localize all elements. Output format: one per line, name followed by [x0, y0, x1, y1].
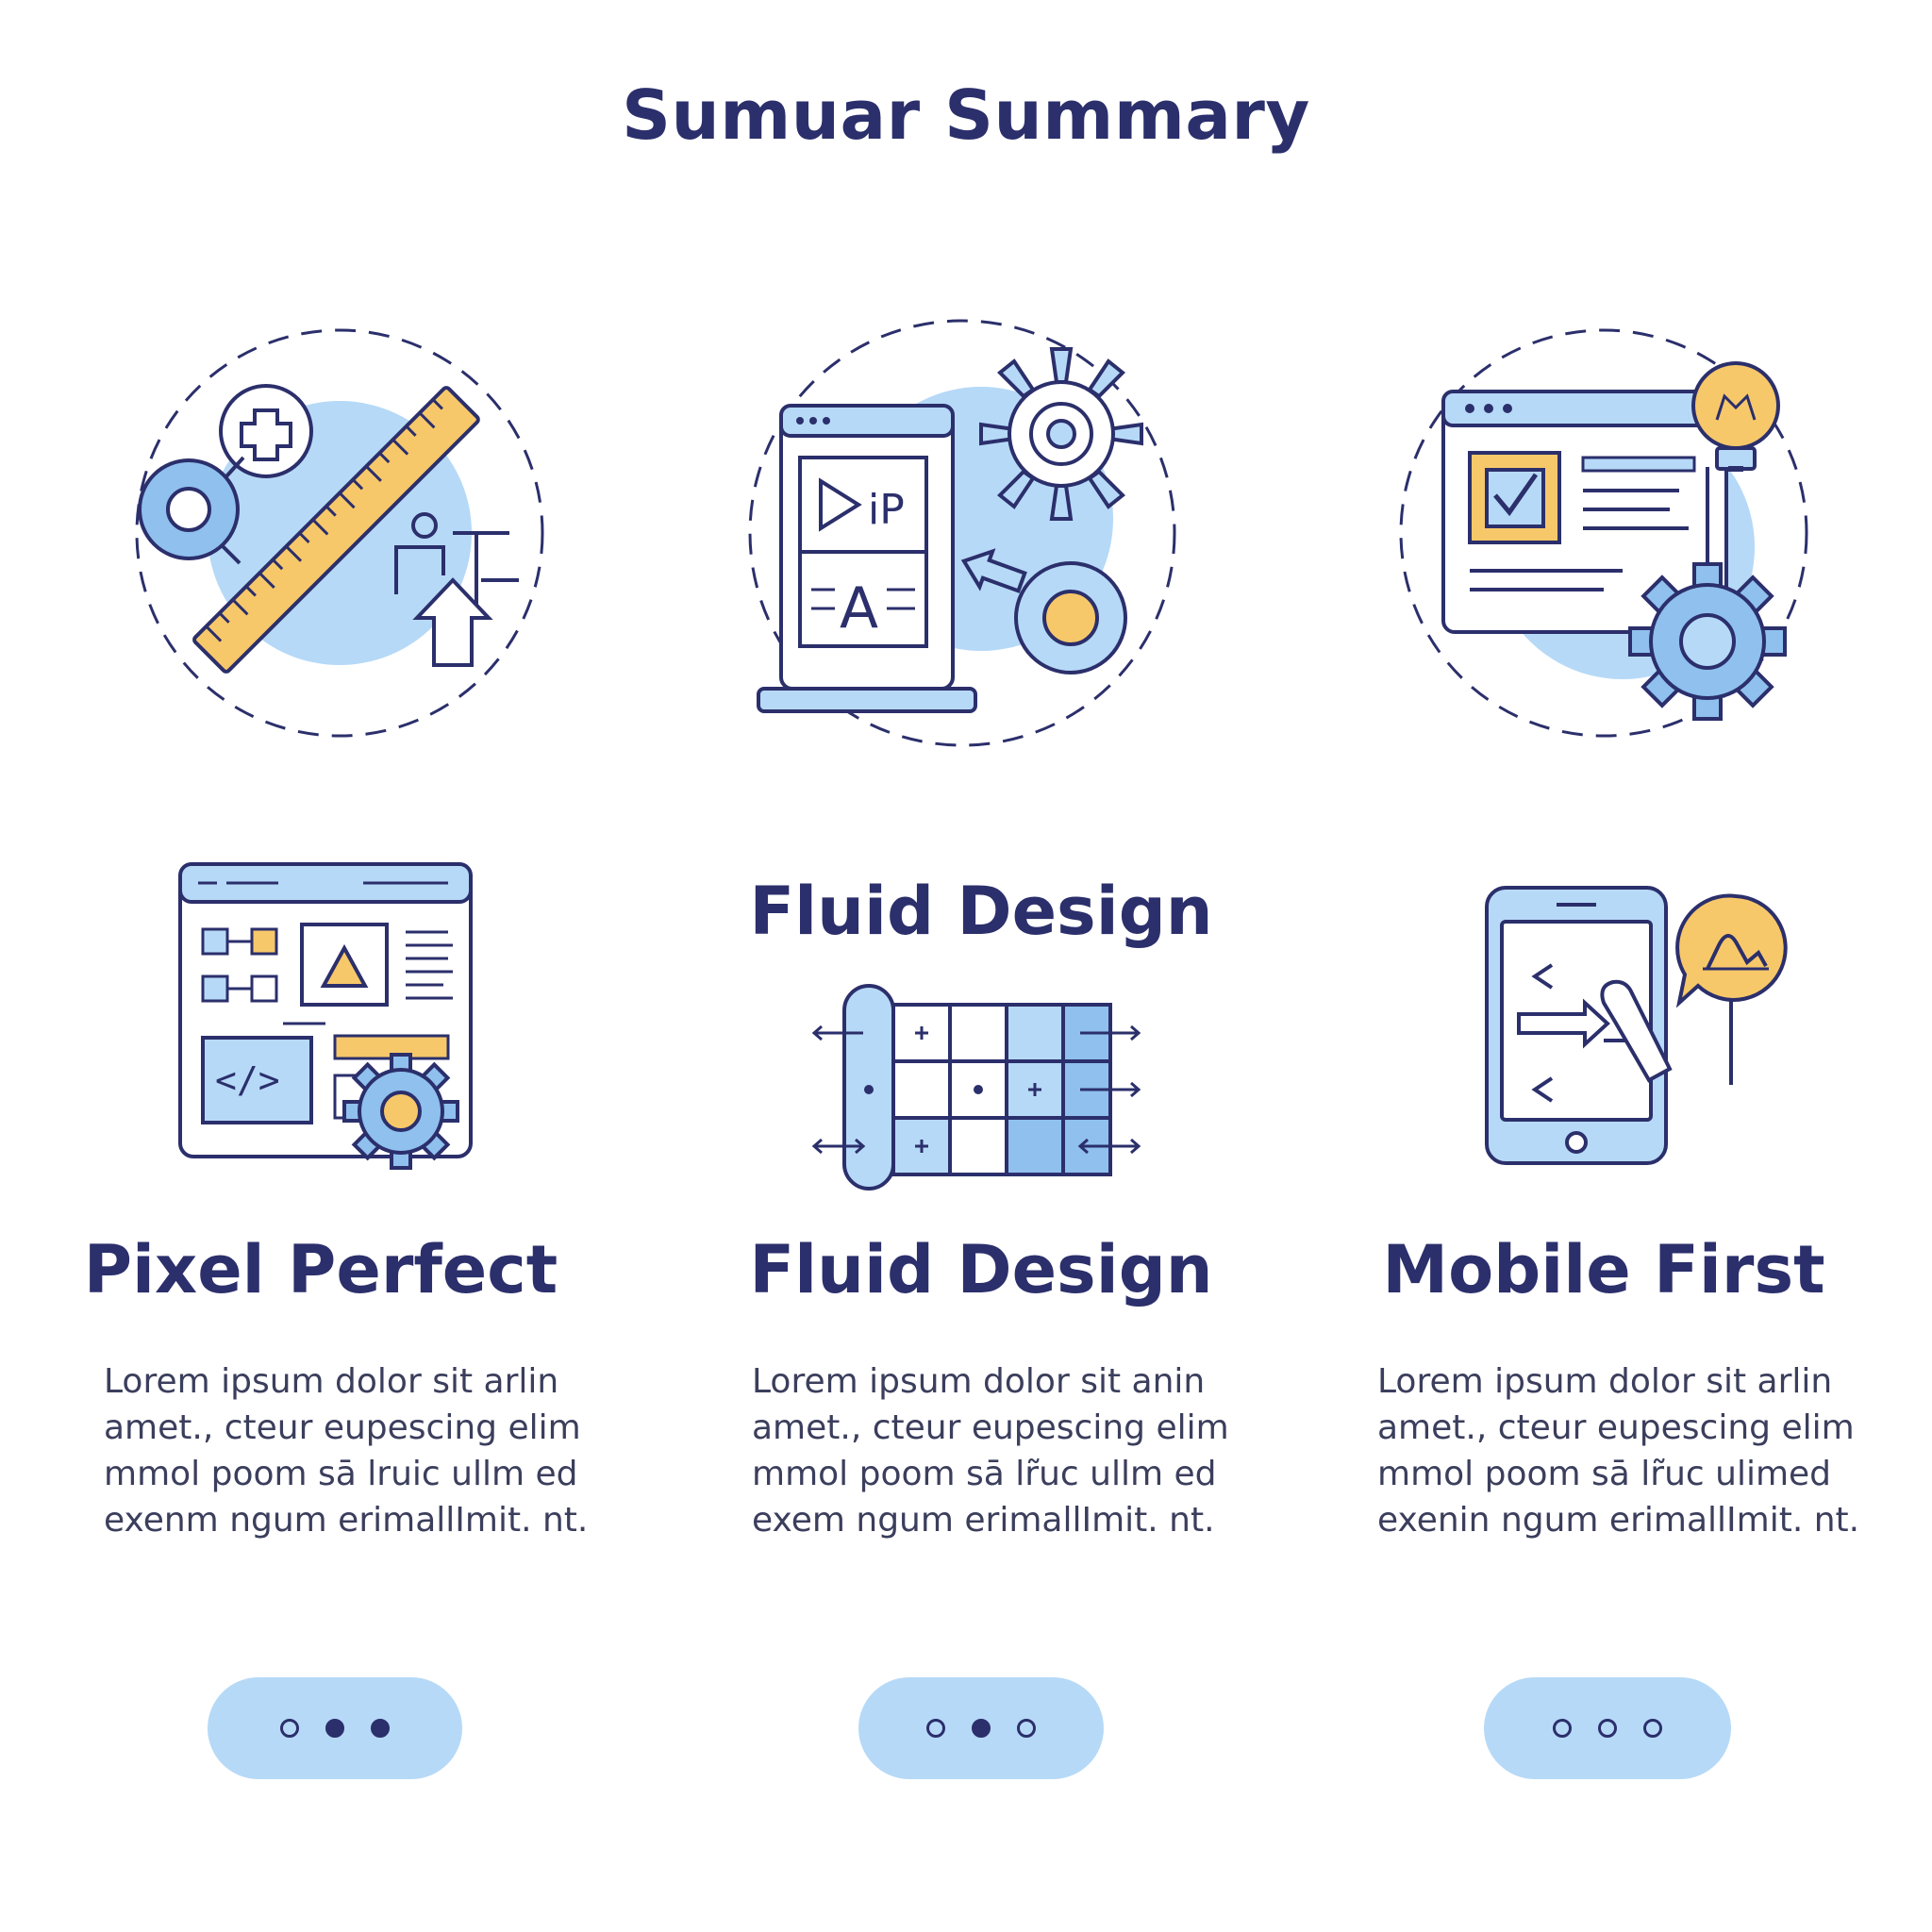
wireframe-code-gear-icon: </>: [175, 858, 486, 1189]
browser-checklist-gear-icon: [1387, 316, 1821, 750]
pager-mobile-first[interactable]: [1484, 1677, 1731, 1779]
svg-text:A: A: [840, 575, 878, 641]
mobile-touch-idea-icon: [1481, 882, 1792, 1170]
pager-dot[interactable]: [325, 1719, 344, 1738]
card-body-line: exenm ngum erimallImit. nt.: [104, 1501, 589, 1540]
pager-dot[interactable]: [280, 1719, 299, 1738]
pager-dot[interactable]: [1553, 1719, 1572, 1738]
card-body-line: exenin ngum erimallImit. nt.: [1377, 1501, 1860, 1540]
card-body-line: exem ngum erimallImit. nt.: [752, 1501, 1215, 1540]
pager-dot[interactable]: [371, 1719, 390, 1738]
card-title-fluid-design: Fluid Design: [749, 1231, 1213, 1308]
card-body-line: Lorem ipsum dolor sit arlin: [104, 1362, 559, 1401]
card-title-pixel-perfect: Pixel Perfect: [83, 1231, 558, 1308]
svg-text:</>: </>: [215, 1059, 280, 1101]
pager-dot[interactable]: [972, 1719, 991, 1738]
card-body-line: mmol poom sā lr̃uc ulimed: [1377, 1455, 1832, 1493]
ruler-plus-icon: [123, 316, 557, 750]
card-body-line: mmol poom sā lruic ullm ed: [104, 1455, 578, 1493]
pager-dot[interactable]: [1017, 1719, 1036, 1738]
card-title-mobile-first: Mobile First: [1382, 1231, 1825, 1308]
card-body-line: amet., cteur eupescing elim: [1377, 1408, 1855, 1447]
pager-dot[interactable]: [926, 1719, 945, 1738]
fluid-grid-icon: [807, 981, 1146, 1198]
pager-dot[interactable]: [1598, 1719, 1617, 1738]
card-body-line: mmol poom sā lr̃uc ullm ed: [752, 1455, 1217, 1493]
middle-section-label: Fluid Design: [749, 873, 1213, 950]
tablet-gear-icon: iP A: [745, 316, 1198, 750]
pager-pixel-perfect[interactable]: [208, 1677, 462, 1779]
card-body-fluid-design: Lorem ipsum dolor sit anin amet., cteur …: [752, 1358, 1242, 1543]
pager-fluid-design[interactable]: [858, 1677, 1104, 1779]
svg-text:iP: iP: [868, 486, 905, 534]
page-title: Sumuar Summary: [622, 75, 1310, 155]
card-body-line: amet., cteur eupescing elim: [752, 1408, 1229, 1447]
card-body-pixel-perfect: Lorem ipsum dolor sit arlin amet., cteur…: [104, 1358, 594, 1543]
card-body-mobile-first: Lorem ipsum dolor sit arlin amet., cteur…: [1377, 1358, 1868, 1543]
card-body-line: Lorem ipsum dolor sit arlin: [1377, 1362, 1833, 1401]
pager-dot[interactable]: [1643, 1719, 1662, 1738]
card-body-line: amet., cteur eupescing elim: [104, 1408, 581, 1447]
card-body-line: Lorem ipsum dolor sit anin: [752, 1362, 1206, 1401]
